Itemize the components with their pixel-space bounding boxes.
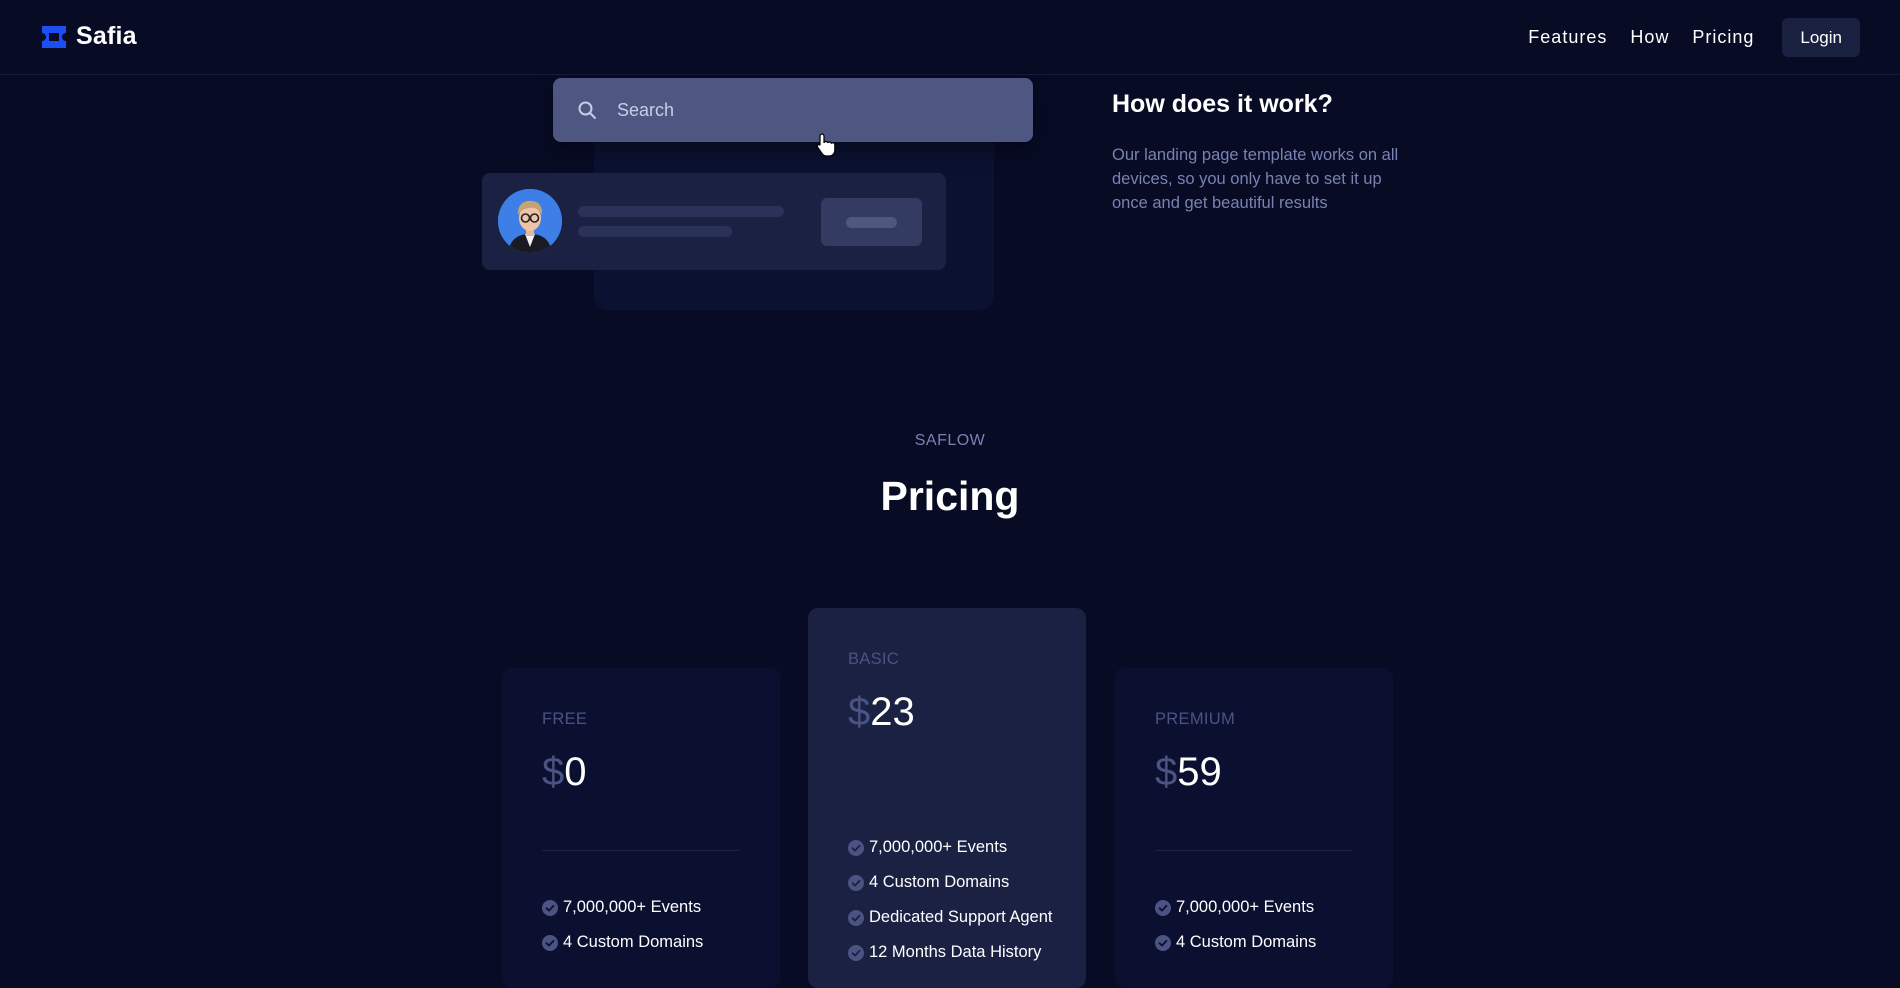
feature-item: 4 Custom Domains [542,925,703,960]
check-icon [848,944,864,961]
feature-label: 7,000,000+ Events [563,898,702,916]
login-button[interactable]: Login [1782,18,1860,57]
feature-label: 4 Custom Domains [869,873,1010,891]
feature-item: 7,000,000+ Events [542,890,703,925]
nav-link-how[interactable]: How [1630,27,1669,48]
plan-price: $0 [542,750,587,795]
how-description: Our landing page template works on all d… [1112,146,1399,212]
placeholder-button-label [846,217,897,228]
plan-card-basic: BASIC $23 7,000,000+ Events 4 Custom Dom… [808,608,1086,988]
pricing-title: Pricing [880,473,1020,519]
feature-label: 7,000,000+ Events [1176,898,1315,916]
search-placeholder: Search [617,100,675,120]
feature-item: 12 Months Data History [848,935,1052,970]
profile-card [482,173,946,270]
search-icon [578,101,596,119]
feature-item: 7,000,000+ Events [1155,890,1316,925]
check-icon [848,909,864,926]
brand[interactable]: Safia [40,22,137,51]
search-bar[interactable]: Search [553,78,1033,142]
avatar [498,189,562,253]
placeholder-button [821,198,922,246]
feature-item: Dedicated Support Agent [848,900,1052,935]
plan-divider [542,850,740,851]
plan-divider [1155,850,1353,851]
placeholder-line [578,226,732,237]
feature-label: 7,000,000+ Events [869,838,1008,856]
feature-item: 4 Custom Domains [1155,925,1316,960]
plan-amount: 59 [1177,750,1222,794]
feature-list: 7,000,000+ Events 4 Custom Domains [542,890,703,960]
check-icon [542,899,558,916]
feature-label: 12 Months Data History [869,943,1042,961]
feature-item: 7,000,000+ Events [848,830,1052,865]
plan-name: FREE [542,710,588,728]
plan-price: $59 [1155,750,1222,795]
main-nav: Features How Pricing Login [1528,18,1860,57]
logo-icon [42,25,66,48]
feature-item: 4 Custom Domains [848,865,1052,900]
plan-currency: $ [848,690,871,734]
plan-amount: 23 [870,690,915,734]
site-header: Safia Features How Pricing Login [0,0,1900,75]
placeholder-line [578,206,784,217]
plan-currency: $ [542,750,565,794]
plan-name: BASIC [848,650,900,668]
avatar-portrait [498,189,562,253]
check-icon [848,839,864,856]
how-title: How does it work? [1112,90,1333,118]
feature-list: 7,000,000+ Events 4 Custom Domains [1155,890,1316,960]
feature-label: 4 Custom Domains [1176,933,1317,951]
plan-price: $23 [848,690,915,735]
plan-name: PREMIUM [1155,710,1236,728]
feature-label: Dedicated Support Agent [869,908,1053,926]
pricing-kicker: SAFLOW [914,432,986,449]
check-icon [542,934,558,951]
nav-link-features[interactable]: Features [1528,27,1607,48]
plan-currency: $ [1155,750,1178,794]
check-icon [1155,934,1171,951]
cursor-icon [816,133,836,157]
plan-amount: 0 [564,750,587,794]
feature-list: 7,000,000+ Events 4 Custom Domains Dedic… [848,830,1052,970]
feature-label: 4 Custom Domains [563,933,704,951]
brand-name: Safia [76,22,137,50]
plan-card-premium: PREMIUM $59 7,000,000+ Events 4 Custom D… [1115,668,1393,988]
check-icon [1155,899,1171,916]
nav-link-pricing[interactable]: Pricing [1692,27,1754,48]
plan-card-free: FREE $0 7,000,000+ Events 4 Custom Domai… [502,668,780,988]
check-icon [848,874,864,891]
